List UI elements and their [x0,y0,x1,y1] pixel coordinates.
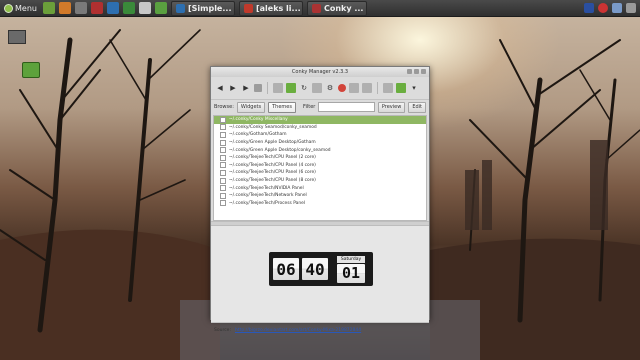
list-item[interactable]: ~/.conky/TeejeeTech/Network Panel [214,192,426,200]
edit-icon[interactable] [273,83,283,93]
network-icon[interactable] [612,3,622,13]
chat-icon [243,3,253,13]
browser-icon [175,3,185,13]
about-icon[interactable] [396,83,406,93]
checkbox[interactable] [220,147,226,154]
clock-date-box: Saturday 01 [337,255,365,283]
checkbox[interactable] [220,124,226,131]
list-item[interactable]: ~/.conky/TeejeeTech/CPU Panel (4 core) [214,162,426,170]
spreadsheet-icon[interactable] [122,2,135,14]
list-item[interactable]: ~/.conky/Conky Miscellany [214,116,426,124]
filter-label: Filter [302,104,316,110]
themes-button[interactable]: Themes [268,101,296,113]
checkbox[interactable] [220,177,226,184]
desktop-computer-icon[interactable] [8,30,26,44]
settings-icon[interactable]: ⚙ [325,83,335,93]
stop-icon[interactable] [254,84,262,92]
info-icon[interactable] [349,83,359,93]
window-title: Conky Manager v2.3.3 [291,69,349,75]
kill-icon[interactable] [338,84,346,92]
play-icon[interactable]: ▶ [241,83,251,93]
checkbox[interactable] [220,154,226,161]
list-item[interactable]: ~/.conky/TeejeeTech/Process Panel [214,200,426,208]
toolbar-separator [377,82,378,94]
checkbox[interactable] [220,185,226,192]
conky-icon [311,3,321,13]
record-icon[interactable] [598,3,608,13]
checkbox[interactable] [220,131,226,138]
desktop-folder-icon[interactable] [22,62,40,78]
menu-more-icon[interactable]: ▾ [409,83,419,93]
clock-day-name: Saturday [337,255,365,263]
menu-label: Menu [15,3,37,13]
previous-icon[interactable]: ◀ [215,83,225,93]
widgets-button[interactable]: Widgets [236,101,266,113]
terminal-icon[interactable] [74,2,87,14]
add-icon[interactable] [286,83,296,93]
close-icon[interactable] [421,69,426,74]
open-folder-icon[interactable] [312,83,322,93]
system-tray [584,3,640,13]
conky-manager-window: Conky Manager v2.3.3 ◀ ▶ ▶ ↻ ⚙ ▾ Browse:… [210,66,430,333]
list-item[interactable]: ~/.conky/Green Apple Desktop/conky_seamo… [214,146,426,154]
list-item[interactable]: ~/.conky/TeejeeTech/CPU Panel (8 core) [214,177,426,185]
list-item[interactable]: ~/.conky/Conky Seamod/conky_seamod [214,124,426,132]
top-panel: Menu [Simple... [aleks li... Conky ... [0,0,640,17]
image-viewer-icon[interactable] [138,2,151,14]
keyboard-layout-flag-icon[interactable] [584,3,594,13]
files-icon[interactable] [154,2,167,14]
filter-input[interactable] [318,102,375,112]
next-icon[interactable]: ▶ [228,83,238,93]
import-icon[interactable] [362,83,372,93]
task-browser[interactable]: [Simple... [170,0,235,16]
show-desktop-icon[interactable] [42,2,55,14]
source-label: Source: [214,327,231,333]
list-item[interactable]: ~/.conky/Gotham/Gotham [214,131,426,139]
edit-button[interactable]: Edit [408,101,426,113]
checkbox[interactable] [220,200,226,207]
clock-date: 01 [337,263,365,283]
flip-clock-widget: 06 40 Saturday 01 [269,252,373,286]
source-link[interactable]: http://bigrzo.deviantart.com/art/Conky-M… [235,328,361,333]
task-chat[interactable]: [aleks li... [238,0,303,16]
firefox-icon[interactable] [58,2,71,14]
mint-logo-icon [4,3,13,13]
list-item[interactable]: ~/.conky/Green Apple Desktop/Gotham [214,139,426,147]
source-bar: Source: http://bigrzo.deviantart.com/art… [211,322,429,337]
minimize-icon[interactable] [407,69,412,74]
toolbar-separator [267,82,268,94]
donate-icon[interactable] [383,83,393,93]
checkbox[interactable] [220,116,226,123]
refresh-icon[interactable]: ↻ [299,83,309,93]
list-item[interactable]: ~/.conky/TeejeeTech/CPU Panel (2 core) [214,154,426,162]
checkbox[interactable] [220,192,226,199]
window-titlebar[interactable]: Conky Manager v2.3.3 [211,67,429,77]
preview-pane: 06 40 Saturday 01 [211,226,429,322]
toolbar: ◀ ▶ ▶ ↻ ⚙ ▾ [211,77,429,100]
browse-row: Browse: Widgets Themes Filter Preview Ed… [211,100,429,114]
maximize-icon[interactable] [414,69,419,74]
clock-minutes: 40 [302,258,328,280]
app-launcher-icon[interactable] [90,2,103,14]
theme-list: ~/.conky/Conky Miscellany ~/.conky/Conky… [213,115,427,221]
task-conky-manager[interactable]: Conky ... [306,0,367,16]
menu-button[interactable]: Menu [0,0,41,16]
checkbox[interactable] [220,169,226,176]
preview-button[interactable]: Preview [377,101,406,113]
clock-hours: 06 [273,258,299,280]
browse-label: Browse: [214,104,234,110]
list-item[interactable]: ~/.conky/TeejeeTech/NVIDIA Panel [214,184,426,192]
checkbox[interactable] [220,162,226,169]
checkbox[interactable] [220,139,226,146]
list-item[interactable]: ~/.conky/TeejeeTech/CPU Panel (6 core) [214,169,426,177]
volume-icon[interactable] [626,3,636,13]
chrome-icon[interactable] [106,2,119,14]
